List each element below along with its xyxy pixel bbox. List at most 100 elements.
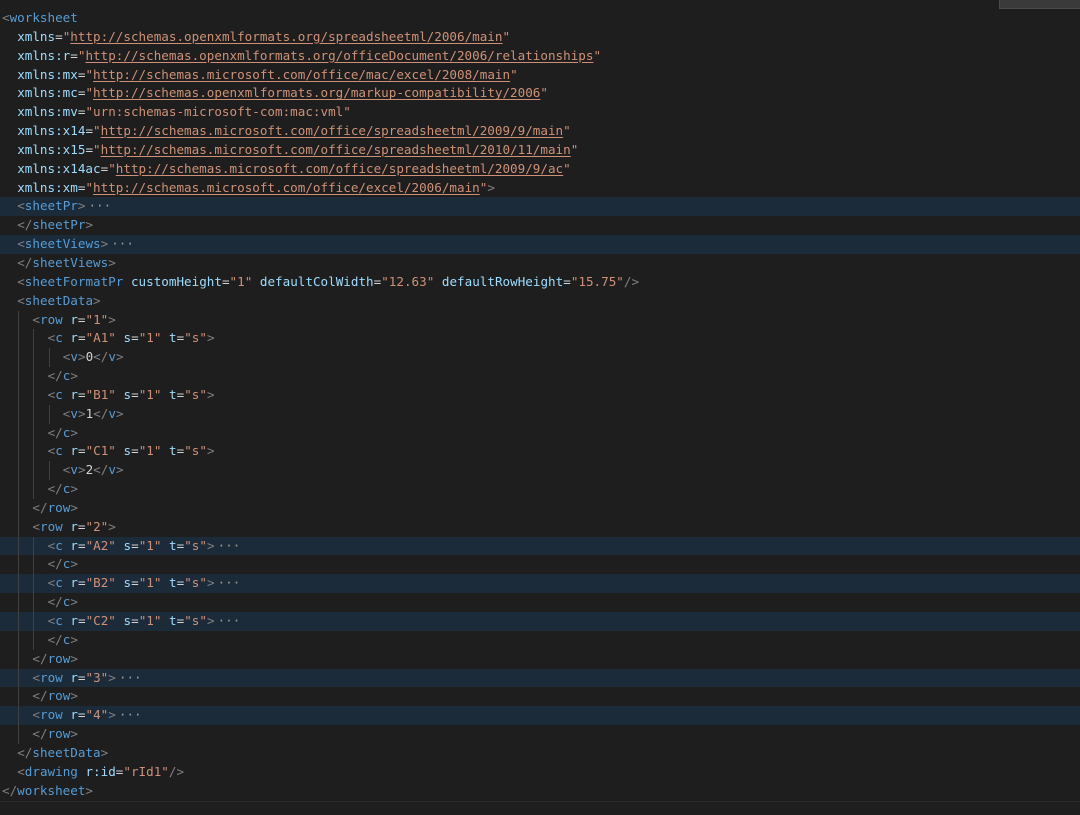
code-line[interactable]: </sheetViews> (0, 254, 1080, 273)
code-token: </ (93, 349, 109, 365)
code-line[interactable]: <c r="C1" s="1" t="s"> (0, 442, 1080, 462)
code-line[interactable]: xmlns= "http://schemas.openxmlformats.org… (0, 28, 1080, 47)
code-token: > (206, 575, 215, 591)
fold-ellipsis[interactable]: ··· (85, 198, 111, 213)
code-line[interactable]: <c r="A1" s="1" t="s"> (0, 329, 1080, 349)
code-token: " (85, 179, 94, 195)
code-line[interactable]: </row> (0, 649, 1080, 669)
code-token: "1" (138, 537, 162, 553)
code-token: " (502, 28, 511, 44)
code-token: > (100, 744, 109, 760)
code-line-content: <row r="2"> (32, 518, 115, 537)
code-line[interactable]: </c> (0, 423, 1080, 443)
code-editor[interactable]: <worksheet xmlns="http://schemas.openxmlf… (0, 0, 1080, 815)
code-token: "s" (184, 443, 207, 459)
code-token: http://schemas.microsoft.com/office/spre… (115, 160, 564, 176)
indent-guide (18, 517, 20, 537)
code-line[interactable]: </c> (0, 593, 1080, 612)
code-line[interactable]: <row r="4"> ··· (0, 706, 1080, 726)
code-line[interactable]: </c> (0, 555, 1080, 575)
code-line-content: <c r="B2" s="1" t="s"> ··· (48, 574, 241, 593)
code-token: row (47, 726, 71, 742)
code-line[interactable]: <drawing r:id="rId1"/> (0, 763, 1080, 782)
code-token: </ (47, 481, 63, 497)
code-token: " (93, 123, 101, 139)
code-token: > (206, 613, 215, 628)
fold-ellipsis[interactable]: ··· (215, 613, 241, 628)
code-token: > (206, 386, 215, 402)
fold-ellipsis[interactable]: ··· (116, 707, 142, 722)
code-token: c (55, 330, 63, 346)
code-line[interactable]: <sheetFormatPr customHeight="1" defaultC… (0, 273, 1080, 292)
code-line[interactable]: <sheetData> (0, 292, 1080, 311)
indent-guide (33, 536, 35, 556)
code-line[interactable]: <v>2</v> (0, 461, 1080, 481)
code-line[interactable]: </c> (0, 630, 1080, 650)
code-token: > (70, 424, 78, 440)
code-line[interactable]: xmlns:mc="http://schemas.openxmlformats.… (0, 84, 1080, 103)
code-line[interactable]: </sheetPr> (0, 216, 1080, 235)
indent-guide (18, 612, 20, 631)
code-line[interactable]: <row r="1"> (0, 310, 1080, 330)
code-token: v (70, 462, 78, 478)
code-line[interactable]: xmlns:mv="urn:schemas-microsoft-com:mac:… (0, 103, 1080, 122)
code-line[interactable]: <c r="B2" s="1" t="s"> ··· (0, 574, 1080, 594)
code-line[interactable]: xmlns:mx="http://schemas.microsoft.com/o… (0, 66, 1080, 85)
code-token: "1" (138, 386, 162, 402)
indent-guide (33, 555, 35, 575)
code-line[interactable]: </c> (0, 367, 1080, 386)
code-line[interactable]: xmlns:xm="http://schemas.microsoft.com/o… (0, 179, 1080, 198)
minimap-slider[interactable] (999, 0, 1080, 9)
code-token: row (39, 669, 63, 685)
code-line[interactable]: <c r="A2" s="1" t="s"> ··· (0, 536, 1080, 556)
code-line[interactable]: <row r="3"> ··· (0, 668, 1080, 688)
code-line[interactable]: <v>1</v> (0, 404, 1080, 424)
code-line[interactable]: <row r="2"> (0, 517, 1080, 537)
code-line[interactable]: <c r="B1" s="1" t="s"> (0, 385, 1080, 405)
code-line[interactable]: <sheetPr> ··· (0, 197, 1080, 217)
code-token: = (85, 123, 94, 139)
fold-ellipsis[interactable]: ··· (116, 670, 142, 685)
code-token: s (123, 386, 132, 402)
code-token: "A1" (85, 330, 116, 346)
code-line[interactable]: </c> (0, 480, 1080, 499)
code-token: xmlns:x15 (17, 141, 86, 157)
code-line-content: </sheetPr> (17, 216, 93, 235)
code-token: = (131, 443, 139, 459)
code-line-content: </c> (48, 480, 78, 499)
code-token: < (17, 198, 25, 214)
code-token: </ (47, 424, 63, 440)
indent-guide (48, 461, 50, 481)
code-line[interactable]: xmlns:x14="http://schemas.microsoft.com/… (0, 122, 1080, 141)
code-token: " (593, 47, 602, 63)
code-token: > (77, 462, 86, 478)
code-line[interactable]: <sheetViews> ··· (0, 235, 1080, 254)
code-line[interactable]: </sheetData> (0, 744, 1080, 763)
code-token: t (169, 330, 177, 346)
code-token: "s" (184, 575, 207, 591)
code-token: > (70, 481, 78, 497)
code-line[interactable]: xmlns:x14ac="http://schemas.microsoft.co… (0, 160, 1080, 179)
code-line-content: </row> (32, 650, 78, 669)
fold-ellipsis[interactable]: ··· (108, 236, 134, 251)
indent-guide (18, 536, 20, 556)
code-line[interactable]: </row> (0, 725, 1080, 744)
code-line[interactable]: xmlns:r= "http://schemas.openxmlformats.o… (0, 47, 1080, 66)
indent-guide (33, 348, 35, 368)
code-line[interactable]: </row> (0, 687, 1080, 707)
code-line[interactable]: <v>0</v> (0, 348, 1080, 368)
code-line[interactable]: </worksheet> (0, 782, 1080, 801)
code-token: > (70, 368, 78, 384)
code-line[interactable]: <c r="C2" s="1" t="s"> ··· (0, 612, 1080, 631)
code-line[interactable]: <worksheet (0, 9, 1080, 28)
indent-guide (18, 423, 20, 443)
code-token: </ (93, 405, 109, 421)
code-line[interactable]: xmlns:x15="http://schemas.microsoft.com/… (0, 141, 1080, 160)
code-line-content: xmlns:x15="http://schemas.microsoft.com/… (17, 141, 578, 160)
fold-ellipsis[interactable]: ··· (215, 538, 241, 553)
code-line[interactable]: </row> (0, 498, 1080, 518)
fold-ellipsis[interactable]: ··· (215, 575, 241, 590)
horizontal-scrollbar[interactable] (0, 801, 1080, 815)
code-token: < (17, 273, 25, 289)
